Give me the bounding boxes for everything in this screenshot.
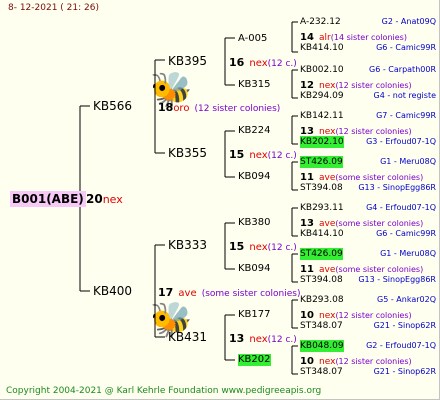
sister-note: (12 sister colonies) xyxy=(335,127,412,136)
grandparent-kb395-info: 16 nex(12 c.) xyxy=(229,55,297,70)
grandparent-kb431[interactable]: KB431 xyxy=(168,331,207,343)
sister-note: (some sister colonies) xyxy=(201,289,301,299)
ancestor-line: G2 - Anat09Q xyxy=(381,17,436,26)
gen-tag: nex xyxy=(249,150,268,161)
sister-note: (12 sister colonies) xyxy=(335,81,412,90)
great-kb202[interactable]: KB202 xyxy=(238,354,271,366)
sister-note: (some sister colonies) xyxy=(335,219,424,228)
gen-tag: nex xyxy=(249,58,268,69)
sister-note: (12 c.) xyxy=(267,59,297,69)
gen-number: 13 xyxy=(229,332,245,345)
gen-number: 16 xyxy=(229,56,245,69)
grandparent-kb333[interactable]: KB333 xyxy=(168,239,207,251)
ancestor-line: G6 - Camic99R xyxy=(376,229,436,238)
grandparent-kb355[interactable]: KB355 xyxy=(168,147,207,159)
sister-note: (12 sister colonies) xyxy=(335,311,412,320)
gen-number: 15 xyxy=(229,240,245,253)
ancestor-line: G2 - Erfoud07-1Q xyxy=(366,341,436,350)
parent-kb400-info: 17 ave (some sister colonies) xyxy=(158,285,300,300)
root-tag: nex xyxy=(102,193,123,206)
ancestor-line: G4 - not registe xyxy=(373,91,436,100)
great-kb380[interactable]: KB380 xyxy=(238,217,271,229)
great-kb094-b[interactable]: KB094 xyxy=(238,263,271,275)
ancestor-line: G5 - Ankar02Q xyxy=(377,295,436,304)
ancestor-line: G7 - Camic99R xyxy=(376,111,436,120)
ancestor-line: G13 - SinopEgg86R xyxy=(358,183,436,192)
grandparent-kb333-info: 15 nex(12 c.) xyxy=(229,239,297,254)
sister-note: (12 c.) xyxy=(267,151,297,161)
gen-number: 18 xyxy=(158,101,174,114)
great-kb094[interactable]: KB094 xyxy=(238,171,271,183)
gen-tag: nex xyxy=(249,334,268,345)
sister-note: (some sister colonies) xyxy=(335,173,424,182)
ancestor-line: G13 - SinopEgg86R xyxy=(358,275,436,284)
gen-number: 17 xyxy=(158,286,174,299)
pedigree-canvas: 🐝 🐝 8- 12-2021 ( 21: 26) Copyright 2004-… xyxy=(0,0,440,400)
sister-note: (some sister colonies) xyxy=(335,265,424,274)
ancestor-line: G4 - Erfoud07-1Q xyxy=(366,203,436,212)
gen-tag: ave xyxy=(178,288,197,299)
parent-kb566[interactable]: KB566 xyxy=(93,100,132,112)
ancestor-line: G6 - Camic99R xyxy=(376,43,436,52)
great-a005[interactable]: A-005 xyxy=(238,33,267,45)
ancestor-line: G6 - Carpath00R xyxy=(369,65,436,74)
parent-kb400[interactable]: KB400 xyxy=(93,285,132,297)
sister-note: (12 c.) xyxy=(267,243,297,253)
grandparent-kb431-info: 13 nex(12 c.) xyxy=(229,331,297,346)
gen-tag: oro xyxy=(173,103,190,114)
ancestor-line: G21 - Sinop62R xyxy=(373,321,436,330)
great-kb315[interactable]: KB315 xyxy=(238,79,271,91)
ancestor-line: G3 - Erfoud07-1Q xyxy=(366,137,436,146)
sister-note: (12 c.) xyxy=(267,335,297,345)
great-kb224[interactable]: KB224 xyxy=(238,125,271,137)
sister-note: (12 sister colonies) xyxy=(194,104,281,114)
copyright-footer: Copyright 2004-2021 @ Karl Kehrle Founda… xyxy=(6,386,322,396)
root-gen-number: 20 xyxy=(86,192,103,206)
timestamp: 8- 12-2021 ( 21: 26) xyxy=(8,3,99,13)
root-generation: 20nex xyxy=(86,192,123,206)
gen-tag: nex xyxy=(249,242,268,253)
sister-note: (12 sister colonies) xyxy=(335,357,412,366)
root-queen[interactable]: B001(ABE) xyxy=(10,191,86,207)
ancestor-line: G1 - Meru08Q xyxy=(380,249,436,258)
sister-note: (14 sister colonies) xyxy=(330,33,407,42)
ancestor-line: G1 - Meru08Q xyxy=(380,157,436,166)
grandparent-kb355-info: 15 nex(12 c.) xyxy=(229,147,297,162)
gen-number: 15 xyxy=(229,148,245,161)
grandparent-kb395[interactable]: KB395 xyxy=(168,55,207,67)
parent-kb566-info: 18oro (12 sister colonies) xyxy=(158,100,280,115)
great-kb177[interactable]: KB177 xyxy=(238,309,271,321)
ancestor-line: G21 - Sinop62R xyxy=(373,367,436,376)
